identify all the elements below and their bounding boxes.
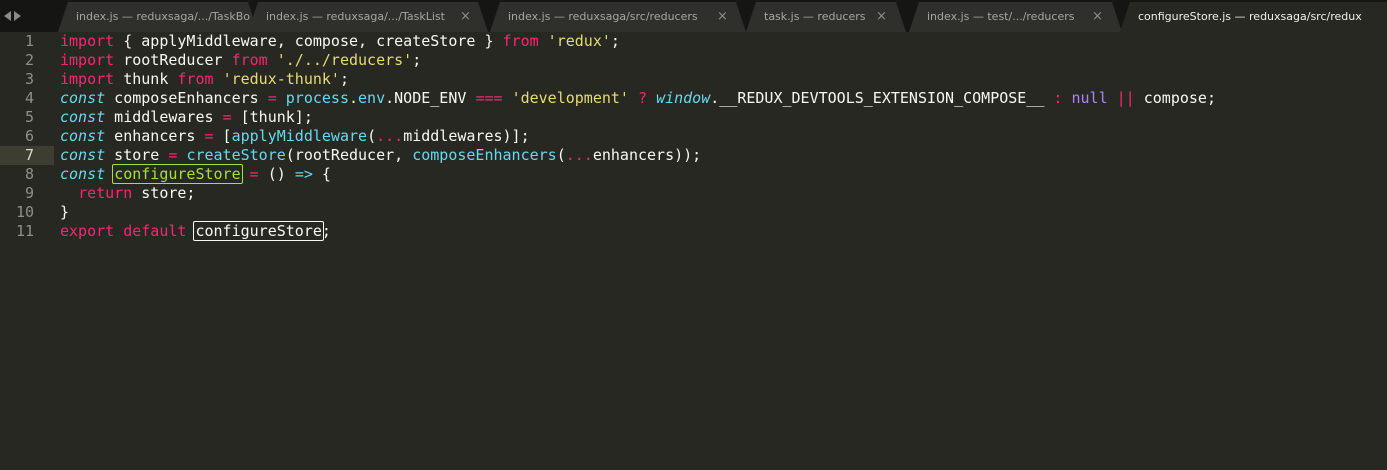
code-line-3: 3 import thunk from 'redux-thunk'; [0, 70, 1387, 89]
code-text: import rootReducer from './../reducers'; [60, 51, 422, 69]
code-line-2: 2 import rootReducer from './../reducers… [0, 51, 1387, 70]
code-line-9: 9 return store; [0, 184, 1387, 203]
code-text: const store = createStore(rootReducer, c… [60, 146, 702, 164]
line-number: 1 [24, 32, 34, 50]
code-text: const configureStore = () => { [60, 164, 331, 184]
tab-index-taskboard[interactable]: index.js — reduxsaga/.../TaskBo [58, 2, 258, 32]
line-number: 5 [24, 108, 34, 126]
line-number: 6 [24, 127, 34, 145]
word-highlight-definition: configureStore [112, 164, 243, 184]
line-number: 10 [15, 203, 34, 221]
code-line-6: 6 const enhancers = [applyMiddleware(...… [0, 127, 1387, 146]
code-text: const composeEnhancers = process.env.NOD… [60, 89, 1216, 107]
line-number: 7 [24, 146, 34, 164]
tab-label: index.js — reduxsaga/.../TaskBo [76, 10, 250, 23]
tab-task-reducers[interactable]: task.js — reducers × [746, 2, 906, 32]
tab-label: index.js — test/.../reducers [927, 10, 1075, 23]
code-line-7: 7 const store = createStore(rootReducer,… [0, 146, 1387, 165]
code-line-11: 11 export default configureStore; [0, 221, 1387, 241]
code-text: export default configureStore; [60, 221, 331, 241]
tab-label: task.js — reducers [764, 10, 866, 23]
close-icon[interactable]: × [876, 2, 887, 32]
code-line-4: 4 const composeEnhancers = process.env.N… [0, 89, 1387, 108]
code-line-1: 1 import { applyMiddleware, compose, cre… [0, 32, 1387, 51]
code-line-8: 8 const configureStore = () => { [0, 164, 1387, 184]
line-number: 3 [24, 70, 34, 88]
code-text: const enhancers = [applyMiddleware(...mi… [60, 127, 530, 145]
tab-nav-arrows [4, 8, 21, 24]
code-line-5: 5 const middlewares = [thunk]; [0, 108, 1387, 127]
code-text: return store; [78, 184, 196, 202]
close-icon[interactable]: × [1092, 2, 1103, 32]
tab-bar: index.js — reduxsaga/.../TaskBo index.js… [0, 0, 1387, 32]
close-icon[interactable]: × [460, 2, 471, 32]
code-editor[interactable]: 1 import { applyMiddleware, compose, cre… [0, 32, 1387, 470]
code-text: const middlewares = [thunk]; [60, 108, 313, 126]
tab-index-reducers[interactable]: index.js — reduxsaga/src/reducers × [490, 2, 746, 32]
code-line-10: 10 } [0, 203, 1387, 222]
line-number: 8 [24, 165, 34, 183]
tab-index-test-reducers[interactable]: index.js — test/.../reducers × [909, 2, 1122, 32]
line-number: 11 [15, 222, 34, 240]
word-highlight-reference: configureStore [193, 221, 324, 241]
tab-index-tasklist[interactable]: index.js — reduxsaga/.../TaskList × [248, 2, 488, 32]
code-text: import { applyMiddleware, compose, creat… [60, 32, 620, 50]
chevron-left-icon[interactable] [4, 11, 11, 21]
line-number: 2 [24, 51, 34, 69]
tab-label: index.js — reduxsaga/src/reducers [508, 10, 698, 23]
tab-configurestore[interactable]: configureStore.js — reduxsaga/src/redux [1120, 2, 1387, 32]
line-number: 9 [24, 184, 34, 202]
tab-label: index.js — reduxsaga/.../TaskList [266, 10, 445, 23]
code-text: } [60, 203, 70, 221]
editor-window: index.js — reduxsaga/.../TaskBo index.js… [0, 0, 1387, 470]
tab-label: configureStore.js — reduxsaga/src/redux [1138, 10, 1362, 23]
chevron-right-icon[interactable] [14, 11, 21, 21]
line-number: 4 [24, 89, 34, 107]
code-text: import thunk from 'redux-thunk'; [60, 70, 349, 88]
close-icon[interactable]: × [717, 2, 728, 32]
